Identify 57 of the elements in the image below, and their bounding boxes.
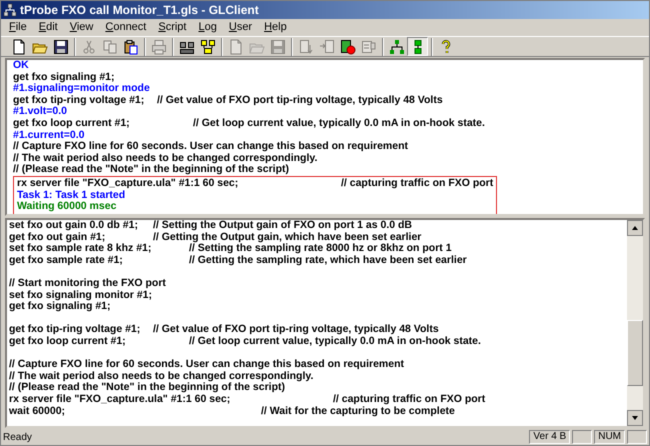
output-line: OK [13, 60, 29, 72]
output-line: #1.volt=0.0 [13, 106, 67, 118]
output-line: #1.current=0.0 [13, 130, 85, 141]
output-line: // Capture FXO line for 60 seconds. User can change this based on requirement [13, 141, 408, 153]
document-arrow-icon [298, 38, 314, 54]
script-line: set fxo signaling monitor #1; [9, 290, 152, 301]
network-icon [200, 38, 216, 54]
output-line: get fxo tip-ring voltage #1; // Get value of FXO port tip-ring voltage, typically 48 Volts [13, 94, 443, 106]
script-line: // (Please read the "Note" in the beginning of the script) [9, 382, 285, 394]
output-line: // (Please read the "Note" in the beginning of the script) [13, 164, 289, 176]
copy-icon [102, 38, 118, 54]
clipboard-icon [122, 38, 138, 54]
output-line: Waiting 60000 msec [17, 201, 116, 213]
menu-item[interactable]: View [64, 20, 100, 35]
script-line: get fxo out gain #1; // Getting the Output gain, which have been set earlier [9, 232, 422, 243]
status-text: Ver 4 B [529, 430, 570, 444]
scissors-icon [80, 38, 96, 54]
menu-item[interactable]: Edit [32, 20, 64, 35]
printer-icon [150, 38, 166, 54]
stack-button[interactable] [407, 37, 428, 56]
script-line: get fxo loop current #1; // Get loop current value, typically 0.0 mA in on-hook state. [9, 336, 481, 348]
scrollbar[interactable] [627, 220, 643, 426]
output-line: rx server file "FXO_capture.ula" #1:1 60 sec; // capturing traffic on FXO port [17, 178, 494, 190]
new-file-icon [228, 38, 244, 54]
document-arrow-icon [318, 38, 334, 54]
menu-item[interactable]: Connect [99, 20, 152, 35]
scroll-down-button[interactable] [627, 410, 643, 426]
output-line: #1.signaling=monitor mode [13, 83, 150, 95]
window-title: tProbe FXO call Monitor_T1.gls - GLClient [20, 2, 259, 19]
script-line: rx server file "FXO_capture.ula" #1:1 60 sec; // capturing traffic on FXO port [9, 394, 486, 406]
script-line: // Capture FXO line for 60 seconds. User can change this based on requirement [9, 359, 404, 371]
script-editor[interactable] [5, 218, 645, 428]
output-line: get fxo loop current #1; // Get loop current value, typically 0.0 mA in on-hook state. [13, 118, 485, 130]
record-icon [340, 38, 356, 54]
menu-item[interactable]: User [222, 20, 258, 35]
app-icon [3, 3, 17, 17]
menu-item[interactable]: File [3, 20, 33, 35]
output-line: get fxo signaling #1; [13, 72, 115, 83]
script-line: get fxo tip-ring voltage #1; // Get value of FXO port tip-ring voltage, typically 48 Volts [9, 324, 439, 336]
menu-item[interactable]: Log [192, 20, 223, 35]
status-text: NUM [594, 430, 625, 444]
script-line: get fxo sample rate #1; // Getting the sampling rate, which have been set earlier [9, 254, 467, 266]
document-list-icon [360, 38, 376, 54]
scroll-up-button[interactable] [627, 220, 643, 236]
script-line: // The wait period also needs to be changed correspondingly. [9, 370, 314, 382]
menu-item[interactable]: Script [152, 20, 192, 35]
script-line: set fxo sample rate 8 khz #1; // Setting the sampling rate 8000 hz or 8khz on port 1 [9, 243, 452, 255]
new-file-icon [10, 38, 26, 54]
hierarchy-icon [388, 38, 404, 54]
menu-item[interactable]: Help [258, 20, 293, 35]
script-line: wait 60000; // Wait for the capturing to be complete [9, 406, 455, 418]
script-line: set fxo out gain 0.0 db #1; // Setting the Output gain of FXO on port 1 as 0.0 dB [9, 220, 412, 232]
script-line: get fxo signaling #1; [9, 301, 111, 313]
status-text: Ready [3, 430, 33, 444]
script-line: // Start monitoring the FXO port [9, 278, 166, 290]
output-line: // The wait period also needs to be changed correspondingly. [13, 152, 318, 164]
output-line: Task 1: Task 1 started [17, 190, 126, 201]
